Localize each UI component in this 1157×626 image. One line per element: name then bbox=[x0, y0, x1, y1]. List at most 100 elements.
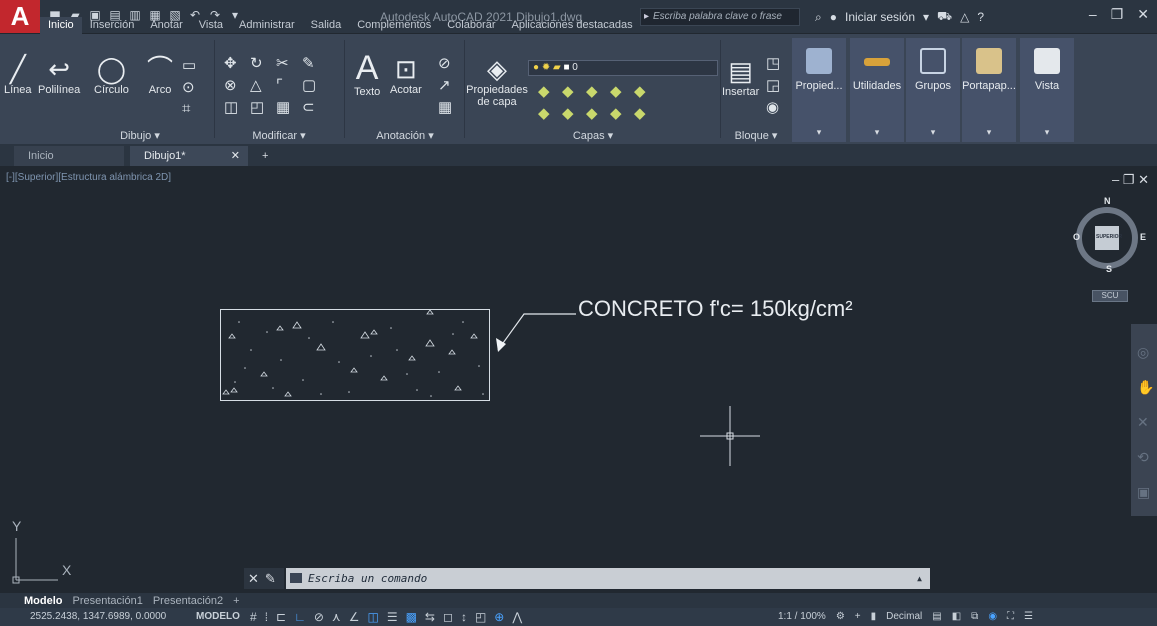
isodraft-icon[interactable]: ⋏ bbox=[332, 610, 341, 624]
tab-drawing[interactable]: Dibujo1* ✕ bbox=[130, 146, 248, 166]
table-icon[interactable]: ▦ bbox=[438, 98, 452, 116]
tab-inicio[interactable]: Inicio bbox=[40, 17, 82, 34]
tab-start[interactable]: Inicio bbox=[14, 146, 124, 166]
quick-properties-icon[interactable]: ▤ bbox=[932, 611, 941, 622]
chevron-up-icon[interactable]: ▲ bbox=[917, 568, 922, 589]
arc-button[interactable]: ⌒ Arco bbox=[147, 54, 173, 96]
lock-ui-icon[interactable]: ◧ bbox=[952, 611, 961, 622]
osnap-icon[interactable]: ◫ bbox=[367, 610, 378, 624]
3d-osnap-icon[interactable]: ◻ bbox=[443, 610, 453, 624]
layer-tool-icon[interactable]: ◆ bbox=[538, 104, 558, 122]
hatch-icon[interactable]: ⌗ bbox=[182, 100, 196, 117]
cart-icon[interactable]: ⛟ bbox=[937, 9, 952, 25]
restore-icon[interactable]: ❐ bbox=[1123, 172, 1135, 187]
tab-colaborar[interactable]: Colaborar bbox=[439, 17, 503, 34]
offset-icon[interactable]: ⊂ bbox=[302, 98, 324, 116]
layer-tool-icon[interactable]: ◆ bbox=[610, 104, 630, 122]
text-button[interactable]: A Texto bbox=[354, 50, 380, 98]
hardware-acceleration-icon[interactable]: ◉ bbox=[988, 611, 997, 622]
polar-icon[interactable]: ⊘ bbox=[314, 610, 324, 624]
panel-title-dibujo[interactable]: Dibujo ▾ bbox=[80, 129, 200, 142]
create-block-icon[interactable]: ◳ bbox=[766, 54, 780, 72]
tab-insercion[interactable]: Inserción bbox=[82, 17, 143, 34]
layer-tool-icon[interactable]: ◆ bbox=[586, 82, 606, 100]
layer-tool-icon[interactable]: ◆ bbox=[538, 82, 558, 100]
tab-complementos[interactable]: Complementos bbox=[349, 17, 439, 34]
close-icon[interactable]: ✕ bbox=[248, 571, 259, 587]
pan-icon[interactable]: ✋ bbox=[1137, 379, 1154, 396]
chevron-down-icon[interactable]: ▾ bbox=[923, 10, 929, 24]
units-icon[interactable]: ▮ bbox=[871, 611, 877, 622]
tab-salida[interactable]: Salida bbox=[303, 17, 350, 34]
groups-button[interactable]: Grupos ▾ bbox=[906, 38, 960, 142]
layer-dropdown[interactable]: ● ✹ ▰ ■ 0 bbox=[528, 60, 718, 76]
line-button[interactable]: ╱ Línea bbox=[4, 54, 32, 96]
rectangle-icon[interactable]: ▭ bbox=[182, 56, 196, 74]
steering-wheel-icon[interactable]: ◎ bbox=[1137, 344, 1154, 361]
annotation-visibility-icon[interactable]: ⋀ bbox=[512, 610, 522, 624]
drawing-area[interactable]: [-][Superior][Estructura alámbrica 2D] –… bbox=[0, 166, 1157, 593]
user-icon[interactable]: ● bbox=[830, 10, 837, 24]
units-dropdown[interactable]: Decimal bbox=[886, 611, 922, 622]
search-input[interactable]: Escriba palabra clave o frase bbox=[640, 8, 800, 26]
layer-tool-icon[interactable]: ◆ bbox=[634, 104, 654, 122]
tab-model[interactable]: Modelo bbox=[24, 595, 63, 607]
edit-block-icon[interactable]: ◲ bbox=[766, 76, 780, 94]
panel-title-bloque[interactable]: Bloque ▾ bbox=[722, 129, 790, 142]
grid-icon[interactable]: # bbox=[250, 610, 257, 624]
autodesk-icon[interactable]: △ bbox=[960, 10, 969, 24]
attribute-icon[interactable]: ◉ bbox=[766, 98, 780, 116]
view-button[interactable]: Vista ▾ bbox=[1020, 38, 1074, 142]
copy-icon[interactable]: ⊗ bbox=[224, 76, 246, 94]
minimize-icon[interactable]: – bbox=[1112, 172, 1119, 187]
lineweight-icon[interactable]: ☰ bbox=[387, 610, 398, 624]
layer-tool-icon[interactable]: ◆ bbox=[586, 104, 606, 122]
mirror-icon[interactable]: △ bbox=[250, 76, 272, 94]
infer-icon[interactable]: ⊏ bbox=[276, 610, 286, 624]
coordinates-readout[interactable]: 2525.2438, 1347.6989, 0.0000 bbox=[30, 611, 166, 622]
close-tab-icon[interactable]: ✕ bbox=[231, 146, 240, 166]
panel-title-modificar[interactable]: Modificar ▾ bbox=[218, 129, 340, 142]
insert-button[interactable]: ▤ Insertar bbox=[722, 56, 759, 98]
showmotion-icon[interactable]: ▣ bbox=[1137, 484, 1154, 501]
osnap-tracking-icon[interactable]: ∠ bbox=[349, 610, 360, 624]
properties-button[interactable]: Propied... ▾ bbox=[792, 38, 846, 142]
close-icon[interactable]: ✕ bbox=[1138, 172, 1149, 187]
model-space-toggle[interactable]: MODELO bbox=[196, 611, 240, 622]
clean-screen-icon[interactable]: ⛶ bbox=[1007, 611, 1014, 622]
layer-tool-icon[interactable]: ◆ bbox=[610, 82, 630, 100]
viewport-controls[interactable]: [-][Superior][Estructura alámbrica 2D] bbox=[6, 172, 171, 183]
compass-east[interactable]: E bbox=[1140, 232, 1146, 242]
scale-icon[interactable]: ◰ bbox=[250, 98, 272, 116]
tab-administrar[interactable]: Administrar bbox=[231, 17, 303, 34]
search-icon[interactable]: ⌕ bbox=[815, 10, 822, 25]
stretch-icon[interactable]: ◫ bbox=[224, 98, 246, 116]
orbit-icon[interactable]: ⟲ bbox=[1137, 449, 1154, 466]
transparency-icon[interactable]: ▩ bbox=[406, 610, 417, 624]
array-icon[interactable]: ▦ bbox=[276, 98, 298, 116]
concrete-section-rectangle[interactable] bbox=[220, 309, 490, 401]
layer-tool-icon[interactable]: ◆ bbox=[634, 82, 654, 100]
multileader-icon[interactable]: ↗ bbox=[438, 76, 452, 94]
help-icon[interactable]: ? bbox=[977, 10, 984, 24]
tab-aplicaciones[interactable]: Aplicaciones destacadas bbox=[504, 17, 641, 34]
panel-title-anotacion[interactable]: Anotación ▾ bbox=[346, 129, 464, 142]
customization-icon[interactable]: ☰ bbox=[1024, 611, 1033, 622]
fillet-icon[interactable]: ⌜ bbox=[276, 76, 298, 94]
compass-north[interactable]: N bbox=[1104, 196, 1111, 206]
workspace-gear-icon[interactable]: ⚙ bbox=[836, 611, 845, 622]
wrench-icon[interactable]: ✎ bbox=[265, 571, 276, 587]
compass-south[interactable]: S bbox=[1106, 264, 1112, 274]
compass-west[interactable]: O bbox=[1073, 232, 1080, 242]
polyline-button[interactable]: ↩ Polilínea bbox=[38, 54, 80, 96]
tab-layout2[interactable]: Presentación2 bbox=[153, 595, 223, 607]
circle-button[interactable]: ◯ Círculo bbox=[94, 54, 129, 96]
close-icon[interactable]: ✕ bbox=[1137, 6, 1149, 23]
gizmo-icon[interactable]: ⊕ bbox=[494, 610, 504, 624]
layer-tool-icon[interactable]: ◆ bbox=[562, 104, 582, 122]
ortho-icon[interactable]: ∟ bbox=[294, 610, 306, 624]
trim-icon[interactable]: ✂ bbox=[276, 54, 298, 72]
command-input[interactable]: Escriba un comando ▲ bbox=[286, 568, 930, 589]
layer-properties-button[interactable]: ◈ Propiedades de capa bbox=[466, 54, 528, 108]
erase-icon[interactable]: ✎ bbox=[302, 54, 324, 72]
